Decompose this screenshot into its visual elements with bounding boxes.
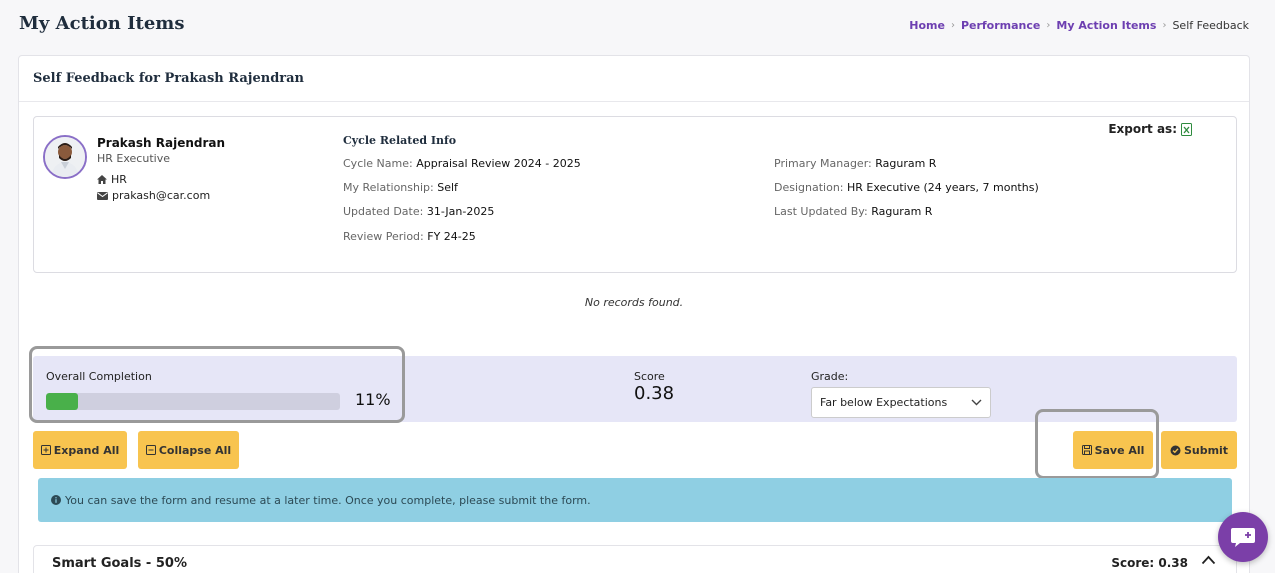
cycle-name-value: Appraisal Review 2024 - 2025 <box>416 157 581 170</box>
submit-button[interactable]: Submit <box>1161 431 1237 469</box>
envelope-icon <box>97 191 108 200</box>
updated-date-label: Updated Date: <box>343 205 424 218</box>
smart-goals-score: Score: 0.38 <box>1111 556 1188 570</box>
designation-label: Designation: <box>774 181 844 194</box>
expand-all-label: Expand All <box>53 443 120 457</box>
cycle-name: Cycle Name: Appraisal Review 2024 - 2025 <box>343 157 581 170</box>
save-all-highlight-box <box>1035 409 1159 479</box>
check-circle-icon <box>1170 445 1181 455</box>
employee-name: Prakash Rajendran <box>97 136 226 150</box>
score-value: 0.38 <box>634 383 675 404</box>
home-icon <box>97 175 107 184</box>
breadcrumb-separator-icon: › <box>950 20 955 31</box>
breadcrumb: Home › Performance › My Action Items › S… <box>909 19 1249 32</box>
relationship-value: Self <box>437 181 458 194</box>
collapse-all-button[interactable]: Collapse All <box>138 431 239 469</box>
relationship-label: My Relationship: <box>343 181 434 194</box>
designation: Designation: HR Executive (24 years, 7 m… <box>774 181 1039 194</box>
collapse-all-label: Collapse All <box>158 443 232 457</box>
updated-date: Updated Date: 31-Jan-2025 <box>343 205 494 218</box>
submit-label: Submit <box>1183 443 1229 457</box>
info-icon <box>51 495 61 505</box>
breadcrumb-home[interactable]: Home <box>909 19 945 32</box>
employee-email-text: prakash@car.com <box>112 189 211 202</box>
primary-manager-label: Primary Manager: <box>774 157 872 170</box>
employee-department-text: HR <box>111 173 127 186</box>
plus-square-icon <box>40 445 51 455</box>
review-period: Review Period: FY 24-25 <box>343 230 476 243</box>
last-updated-by-value: Raguram R <box>871 205 933 218</box>
employee-email: prakash@car.com <box>97 189 210 202</box>
cycle-name-label: Cycle Name: <box>343 157 413 170</box>
primary-manager-value: Raguram R <box>875 157 937 170</box>
completion-highlight-box <box>29 346 405 423</box>
breadcrumb-separator-icon: › <box>1046 20 1051 31</box>
breadcrumb-action-items[interactable]: My Action Items <box>1056 19 1156 32</box>
updated-date-value: 31-Jan-2025 <box>426 205 495 218</box>
card-header-title: Self Feedback for Prakash Rajendran <box>19 56 1249 102</box>
employee-info-box: Prakash Rajendran HR Executive HR prakas… <box>33 116 1237 273</box>
cycle-info-heading: Cycle Related Info <box>343 134 457 147</box>
employee-role: HR Executive <box>97 152 170 165</box>
breadcrumb-separator-icon: › <box>1162 20 1167 31</box>
minus-square-icon <box>145 445 156 455</box>
avatar <box>43 135 87 179</box>
primary-manager: Primary Manager: Raguram R <box>774 157 936 170</box>
last-updated-by: Last Updated By: Raguram R <box>774 205 932 218</box>
breadcrumb-performance[interactable]: Performance <box>961 19 1040 32</box>
chat-bubble-icon <box>1231 528 1255 547</box>
expand-all-button[interactable]: Expand All <box>33 431 127 469</box>
smart-goals-title: Smart Goals - 50% <box>52 556 187 571</box>
page-title: My Action Items <box>19 13 185 34</box>
score-label: Score <box>634 370 665 383</box>
relationship: My Relationship: Self <box>343 181 458 194</box>
export-as: Export as: <box>1108 122 1192 136</box>
review-period-label: Review Period: <box>343 230 424 243</box>
designation-value: HR Executive (24 years, 7 months) <box>847 181 1039 194</box>
employee-department: HR <box>97 173 127 186</box>
chevron-up-icon[interactable] <box>1201 555 1216 565</box>
breadcrumb-current: Self Feedback <box>1172 19 1249 32</box>
no-records-message: No records found. <box>584 296 684 309</box>
smart-goals-section[interactable]: Smart Goals - 50% Score: 0.38 <box>33 545 1237 573</box>
review-period-value: FY 24-25 <box>427 230 476 243</box>
self-feedback-card: Self Feedback for Prakash Rajendran Prak… <box>18 55 1250 573</box>
grade-select[interactable]: Far below Expectations <box>811 387 991 418</box>
info-alert-text: You can save the form and resume at a la… <box>65 493 591 507</box>
excel-icon[interactable] <box>1181 122 1192 136</box>
export-label: Export as: <box>1108 122 1177 136</box>
chat-button[interactable] <box>1218 512 1268 562</box>
grade-selected-value: Far below Expectations <box>820 396 948 409</box>
info-alert: You can save the form and resume at a la… <box>38 478 1232 522</box>
grade-label: Grade: <box>811 370 849 383</box>
last-updated-by-label: Last Updated By: <box>774 205 868 218</box>
chevron-down-icon <box>971 399 982 406</box>
